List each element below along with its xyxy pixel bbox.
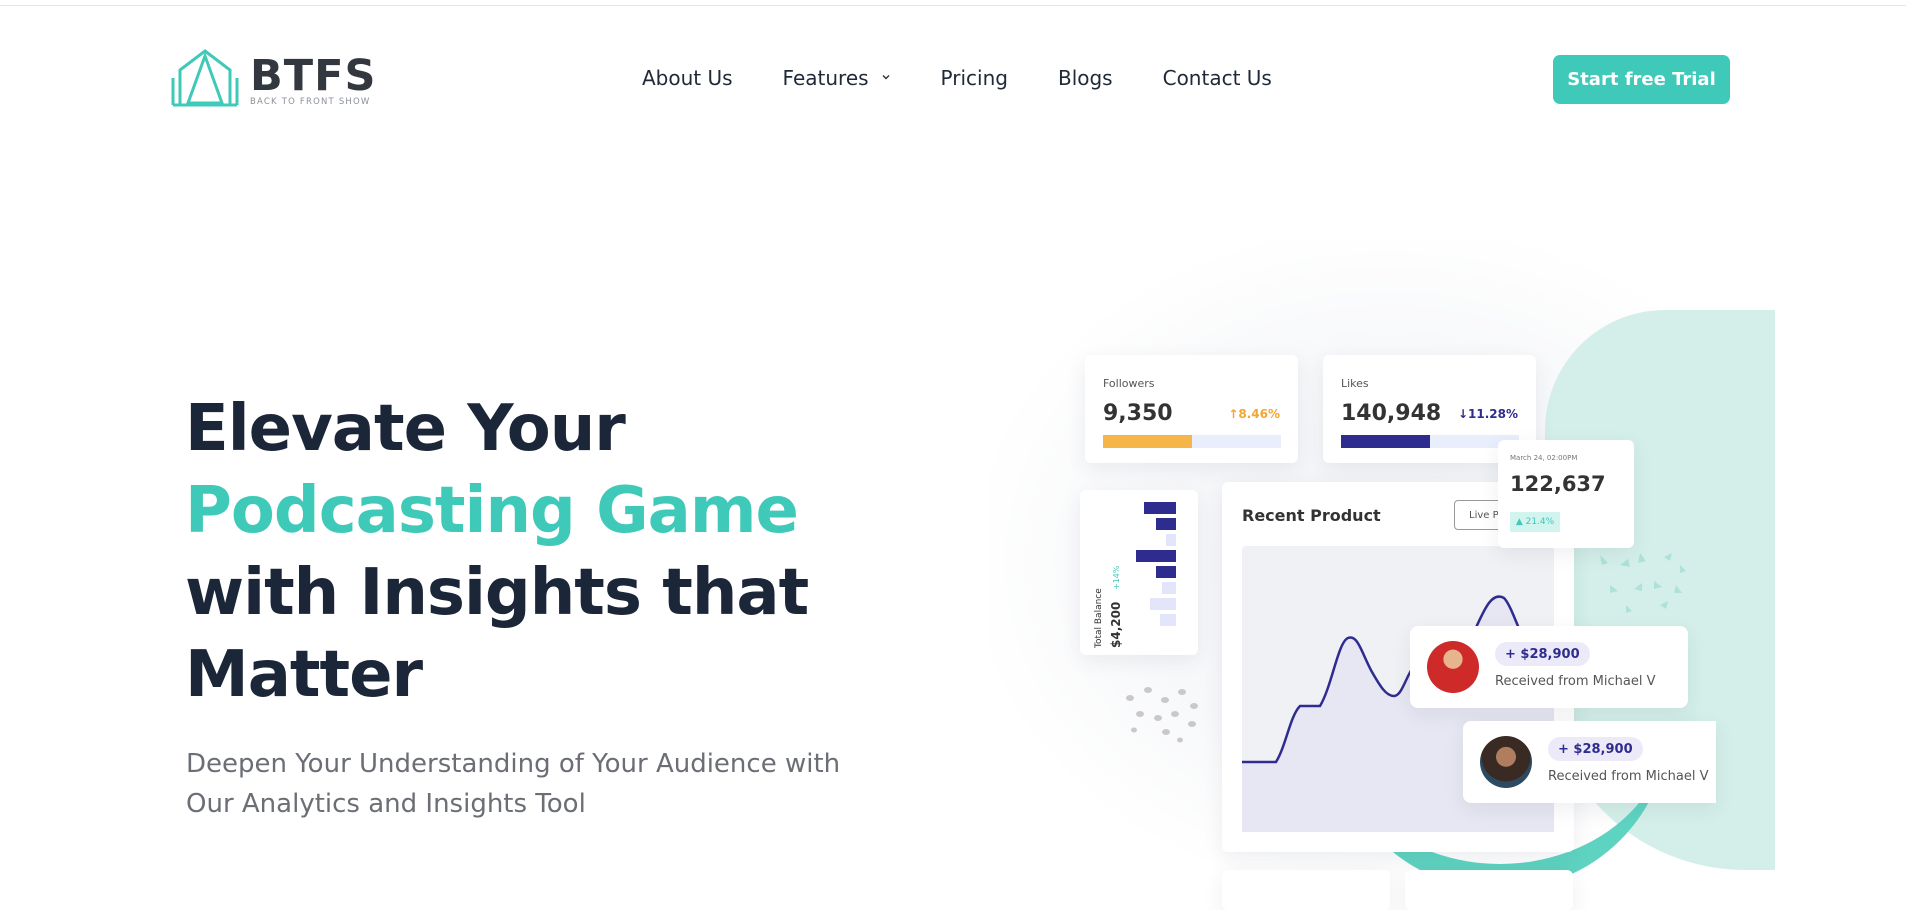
recent-product-title: Recent Product [1242, 506, 1381, 525]
balance-value: $4,200 [1109, 601, 1123, 648]
payment-card: + $28,900 Received from Michael V [1463, 721, 1716, 803]
likes-progress-fill [1341, 435, 1430, 448]
balance-bar [1150, 598, 1176, 610]
hero-title-line: Matter [185, 638, 423, 712]
logo-tagline: BACK TO FRONT SHOW [250, 97, 371, 107]
start-free-trial-button[interactable]: Start free Trial [1553, 55, 1730, 104]
hero-title-line: Elevate Your [185, 392, 626, 466]
main-nav: About Us Features Pricing Blogs Contact … [642, 66, 1322, 90]
followers-value: 9,350 [1103, 401, 1173, 426]
chevron-down-icon [882, 75, 890, 80]
hero-subtitle-line: Our Analytics and Insights Tool [186, 789, 586, 819]
followers-label: Followers [1103, 377, 1155, 390]
balance-bar [1162, 582, 1176, 594]
hero-subtitle-line: Deepen Your Understanding of Your Audien… [186, 749, 841, 779]
balance-card: Total Balance $4,200 +14% [1080, 490, 1198, 655]
decorative-dots-icon [1126, 687, 1198, 743]
payment-description: Received from Michael V [1548, 769, 1709, 784]
hero-illustration: Followers 9,350 ↑8.46% Likes 140,948 ↓11… [960, 240, 1775, 910]
decorative-leaves-icon [1600, 553, 1686, 613]
payment-description: Received from Michael V [1495, 674, 1656, 689]
top-divider [0, 0, 1906, 6]
nav-label: Blogs [1057, 66, 1113, 90]
balance-bar [1136, 550, 1176, 562]
balance-label: Total Balance [1094, 588, 1104, 648]
balance-bar [1144, 502, 1176, 514]
nav-label: Contact Us [1162, 66, 1272, 90]
payment-amount: + $28,900 [1495, 642, 1590, 666]
hero-title-accent: Podcasting Game [185, 474, 799, 548]
partial-card [1222, 870, 1390, 910]
followers-card: Followers 9,350 ↑8.46% [1085, 355, 1298, 463]
balance-bar [1166, 534, 1176, 546]
nav-pricing[interactable]: Pricing [941, 66, 1008, 90]
nav-label: Features [782, 66, 869, 90]
followers-progress-fill [1103, 435, 1192, 448]
balance-change: +14% [1112, 565, 1121, 590]
partial-card [1405, 870, 1573, 910]
mini-stat-card: March 24, 02:00PM 122,637 ▲ 21.4% [1498, 440, 1634, 548]
payment-amount: + $28,900 [1548, 737, 1643, 761]
house-logo-icon [171, 49, 239, 107]
balance-bar [1156, 518, 1176, 530]
nav-label: Pricing [940, 66, 1008, 90]
balance-bar [1160, 614, 1176, 626]
hero-title: Elevate Your Podcasting Game with Insigh… [185, 388, 945, 716]
hero-subtitle: Deepen Your Understanding of Your Audien… [186, 744, 926, 824]
likes-label: Likes [1341, 377, 1369, 390]
followers-change: ↑8.46% [1228, 407, 1280, 421]
logo-name: BTFS [250, 51, 377, 101]
mini-stat-date: March 24, 02:00PM [1510, 454, 1578, 462]
avatar [1480, 736, 1532, 788]
likes-value: 140,948 [1341, 401, 1442, 426]
likes-change: ↓11.28% [1457, 407, 1518, 421]
avatar [1427, 641, 1479, 693]
balance-bar [1156, 566, 1176, 578]
nav-about-us[interactable]: About Us [642, 66, 733, 90]
payment-card: + $28,900 Received from Michael V [1410, 626, 1688, 708]
brand-logo[interactable]: BTFS BACK TO FRONT SHOW [170, 48, 376, 108]
nav-blogs[interactable]: Blogs [1058, 66, 1113, 90]
nav-contact-us[interactable]: Contact Us [1163, 66, 1272, 90]
followers-progress [1103, 435, 1281, 448]
nav-label: About Us [642, 66, 733, 90]
mini-stat-badge: ▲ 21.4% [1510, 512, 1560, 532]
likes-progress [1341, 435, 1519, 448]
mini-stat-value: 122,637 [1510, 472, 1606, 496]
hero-title-line: with Insights that [185, 556, 809, 630]
nav-features[interactable]: Features [783, 66, 891, 90]
